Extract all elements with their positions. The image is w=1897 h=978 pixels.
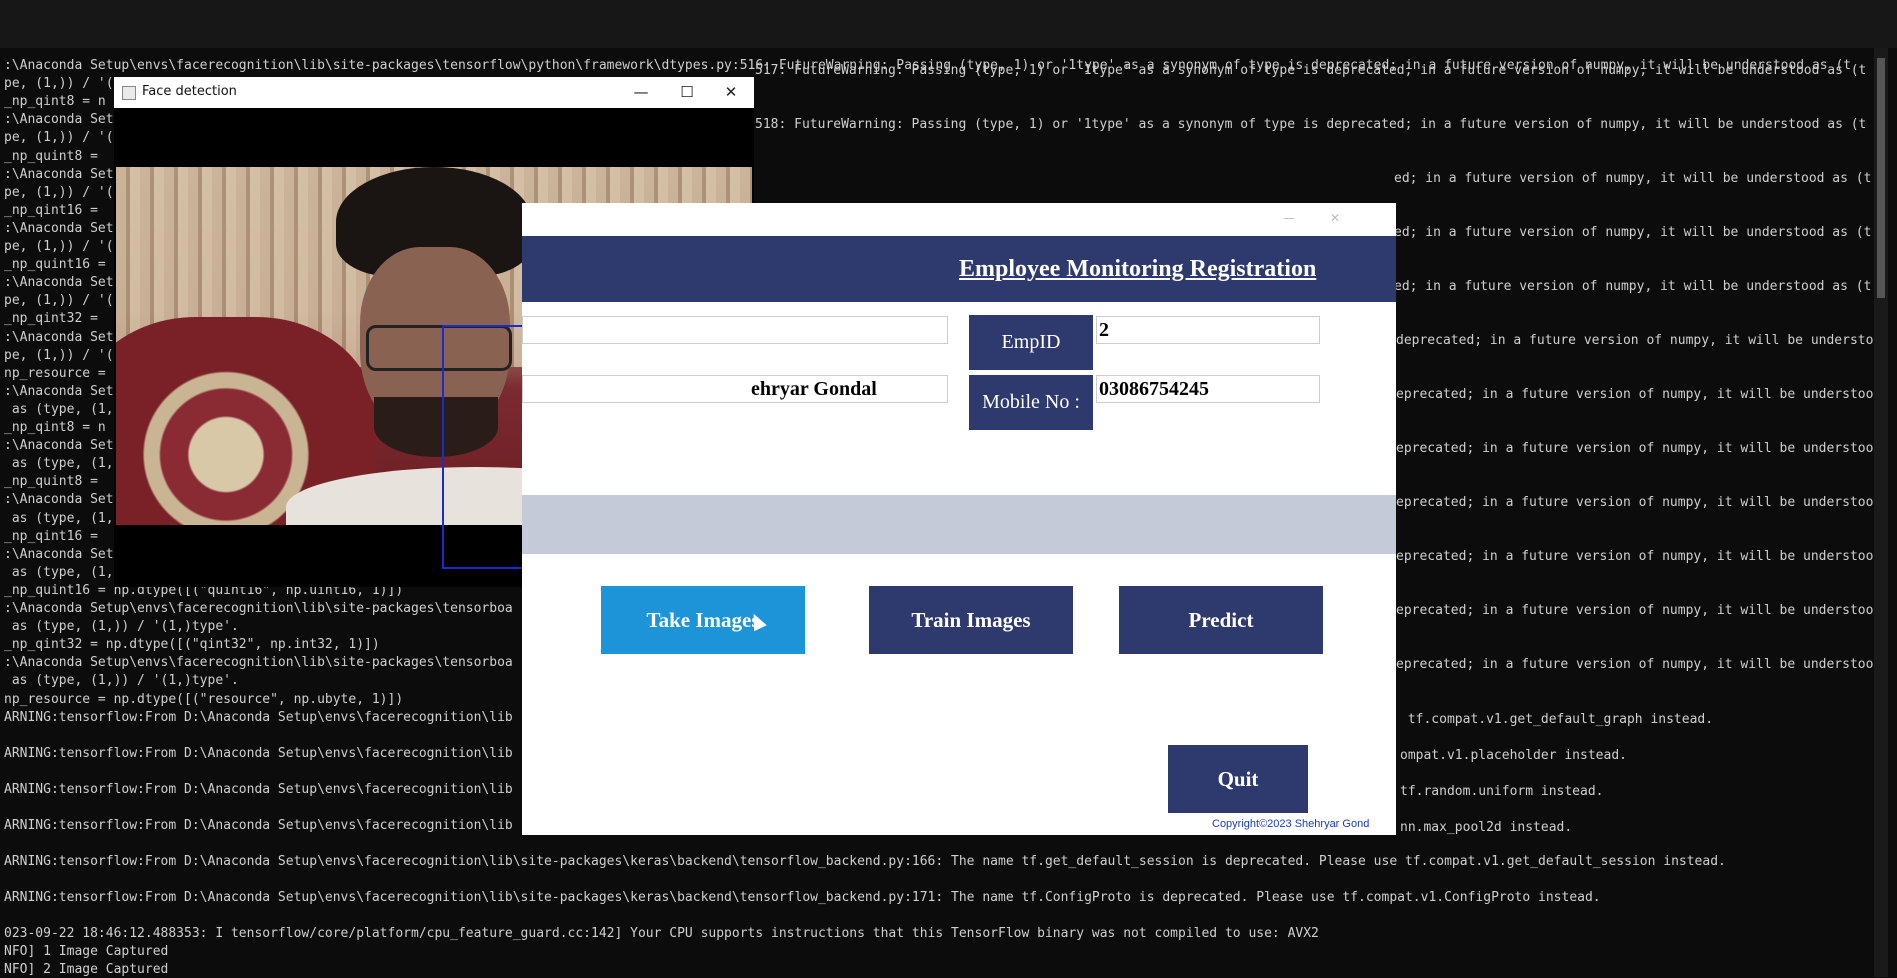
console-line: _np_qint8 = n [4, 420, 106, 435]
console-line: :\Anaconda Set [4, 384, 114, 399]
console-line: _np_quint8 = [4, 474, 98, 489]
minimize-button[interactable]: — [618, 77, 664, 108]
console-line: pe, (1,)) / '( [4, 348, 114, 363]
console-line: np_resource = [4, 366, 106, 381]
console-line-right: eprecated; in a future version of numpy,… [1396, 657, 1874, 672]
app-icon [122, 86, 136, 100]
close-button[interactable]: ✕ [708, 77, 754, 108]
empid-label: EmpID [969, 315, 1093, 370]
console-line: ARNING:tensorflow:From D:\Anaconda Setup… [4, 854, 1726, 869]
mobile-field[interactable]: 03086754245 [1096, 375, 1320, 403]
predict-button[interactable]: Predict [1119, 586, 1323, 654]
console-line-right: eprecated; in a future version of numpy,… [1396, 549, 1874, 564]
console-line: :\Anaconda Set [4, 492, 114, 507]
console-line: pe, (1,)) / '( [4, 293, 114, 308]
train-images-button[interactable]: Train Images [869, 586, 1073, 654]
console-line: :\Anaconda Setup\envs\facerecognition\li… [4, 655, 513, 670]
empid-field[interactable]: 2 [1096, 316, 1320, 344]
console-line: _np_qint32 = [4, 311, 98, 326]
close-button[interactable]: ✕ [1312, 203, 1358, 234]
console-line: as (type, (1, [4, 511, 114, 526]
console-line-right: eprecated; in a future version of numpy,… [1396, 441, 1874, 456]
console-line-right: ed; in a future version of numpy, it wil… [1394, 225, 1872, 240]
console-line: as (type, (1,)) / '(1,)type'. [4, 673, 239, 688]
registration-titlebar: — ✕ [522, 203, 1396, 233]
console-scroll-thumb[interactable] [1877, 58, 1885, 298]
console-line: _np_quint8 = [4, 149, 98, 164]
console-line: _np_qint16 = [4, 529, 98, 544]
copyright-text: Copyright©2023 Shehryar Gond [1212, 818, 1370, 830]
console-line: _np_qint8 = n [4, 94, 106, 109]
console-line: :\Anaconda Set [4, 275, 114, 290]
registration-header: Employee Monitoring Registration [522, 236, 1396, 302]
console-line-right: tf.compat.v1.get_default_graph instead. [1400, 712, 1714, 727]
take-images-button[interactable]: Take Images [601, 586, 805, 654]
console-line: :\Anaconda Set [4, 112, 114, 127]
console-line-right: 517: FutureWarning: Passing (type, 1) or… [755, 63, 1867, 78]
console-line: NFO] 1 Image Captured [4, 944, 169, 959]
console-line: ARNING:tensorflow:From D:\Anaconda Setup… [4, 890, 1601, 905]
console-line-right: nn.max_pool2d instead. [1400, 820, 1573, 835]
console-line: pe, (1,)) / '( [4, 185, 114, 200]
face-detection-titlebar: Face detection — ☐ ✕ [114, 77, 754, 108]
top-left-field[interactable] [522, 316, 948, 344]
console-line: ARNING:tensorflow:From D:\Anaconda Setup… [4, 746, 513, 761]
maximize-button[interactable]: ☐ [664, 77, 710, 108]
console-line: ARNING:tensorflow:From D:\Anaconda Setup… [4, 710, 513, 725]
console-line: :\Anaconda Set [4, 330, 114, 345]
console-line: pe, (1,)) / '( [4, 76, 114, 91]
console-line-right: eprecated; in a future version of numpy,… [1396, 495, 1874, 510]
console-line-right: ed; in a future version of numpy, it wil… [1394, 279, 1872, 294]
console-line: _np_qint16 = [4, 203, 98, 218]
console-line-right: tf.random.uniform instead. [1400, 784, 1604, 799]
console-line: :\Anaconda Set [4, 547, 114, 562]
console-line-right: eprecated; in a future version of numpy,… [1396, 387, 1874, 402]
console-line: :\Anaconda Set [4, 221, 114, 236]
console-line: _np_qint32 = np.dtype([("qint32", np.int… [4, 637, 380, 652]
console-line: as (type, (1, [4, 402, 114, 417]
page-title: Employee Monitoring Registration [959, 256, 1317, 282]
console-line-right: 518: FutureWarning: Passing (type, 1) or… [755, 117, 1867, 132]
minimize-button[interactable]: — [1266, 203, 1312, 234]
console-line-right: ed; in a future version of numpy, it wil… [1394, 171, 1872, 186]
console-line: :\Anaconda Set [4, 438, 114, 453]
console-line: np_resource = np.dtype([("resource", np.… [4, 692, 404, 707]
console-line-right: ompat.v1.placeholder instead. [1400, 748, 1627, 763]
mobile-label: Mobile No : [969, 375, 1093, 430]
console-line-right: deprecated; in a future version of numpy… [1396, 333, 1882, 348]
console-line: as (type, (1, [4, 565, 114, 580]
console-line: pe, (1,)) / '( [4, 239, 114, 254]
registration-window: — ✕ Employee Monitoring Registration ehr… [522, 203, 1396, 835]
console-line: _np_quint16 = [4, 257, 106, 272]
top-bar [0, 0, 1897, 48]
console-line: NFO] 2 Image Captured [4, 962, 169, 977]
console-line: pe, (1,)) / '( [4, 130, 114, 145]
console-line: ARNING:tensorflow:From D:\Anaconda Setup… [4, 782, 513, 797]
name-field[interactable]: ehryar Gondal [522, 375, 948, 403]
window-title: Face detection [142, 84, 237, 99]
quit-button[interactable]: Quit [1168, 745, 1308, 813]
divider-band [522, 495, 1396, 554]
console-line: 023-09-22 18:46:12.488353: I tensorflow/… [4, 926, 1319, 941]
console-line-right: eprecated; in a future version of numpy,… [1396, 603, 1874, 618]
console-line: :\Anaconda Set [4, 167, 114, 182]
console-line: as (type, (1,)) / '(1,)type'. [4, 619, 239, 634]
console-line: ARNING:tensorflow:From D:\Anaconda Setup… [4, 818, 513, 833]
console-line: :\Anaconda Setup\envs\facerecognition\li… [4, 601, 513, 616]
console-line: as (type, (1, [4, 456, 114, 471]
